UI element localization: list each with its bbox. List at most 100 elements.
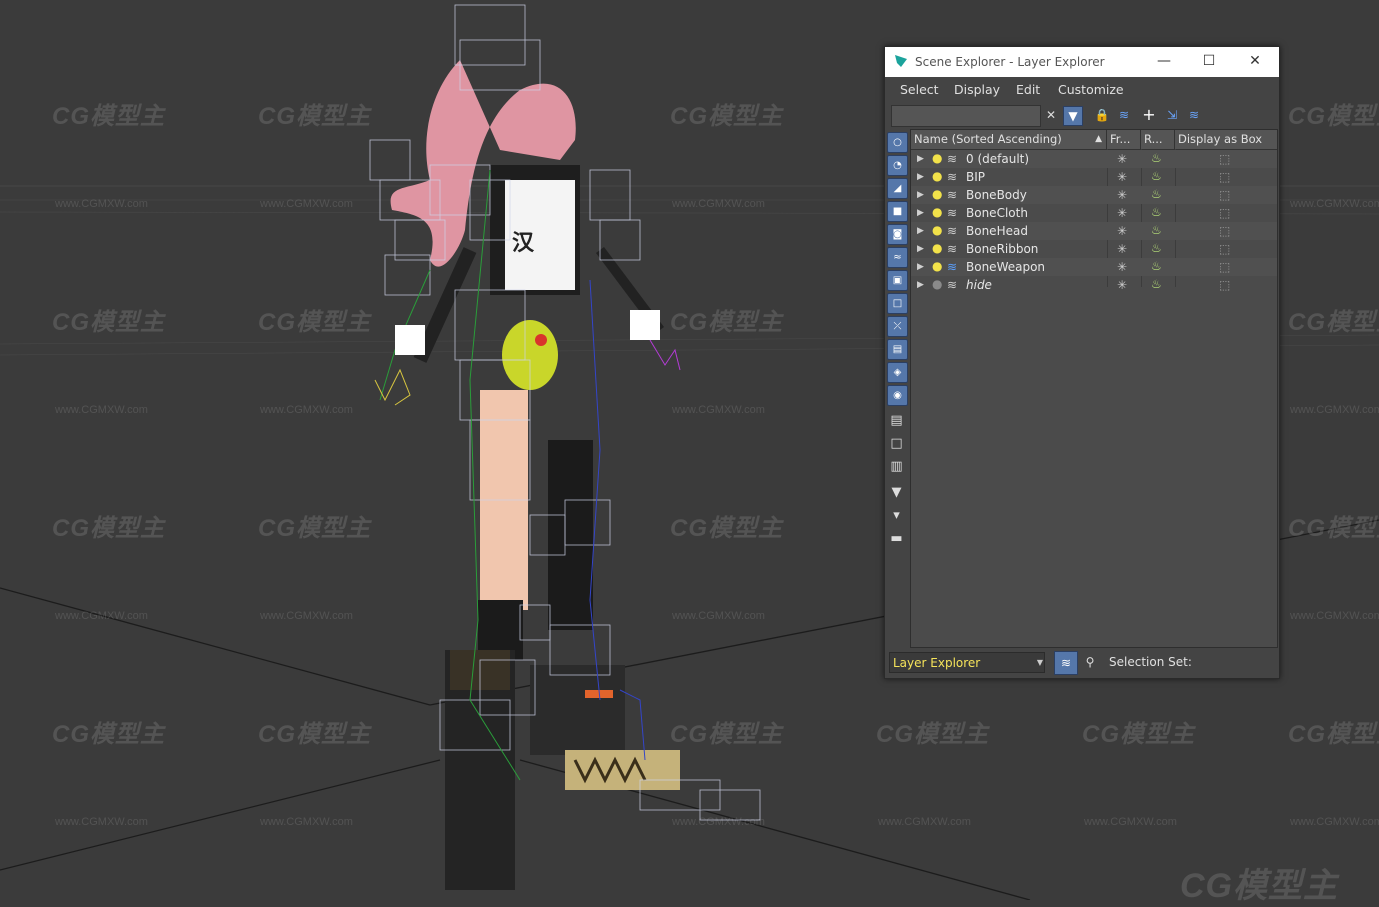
layer-row[interactable]: ▶ ● ≋ BoneBody ✳ ♨ ⬚	[911, 186, 1277, 204]
minimize-button[interactable]: —	[1153, 51, 1175, 71]
light-bulb-icon[interactable]: ●	[932, 185, 942, 203]
render-teapot-icon[interactable]: ♨	[1151, 221, 1162, 239]
hierarchy-mode-icon[interactable]: ⚲	[1080, 652, 1100, 672]
expand-arrow-icon[interactable]: ▶	[917, 204, 924, 222]
display-box-icon[interactable]: ⬚	[1219, 258, 1230, 276]
display-all-icon[interactable]: ▤	[887, 411, 906, 430]
hidden-filter-icon[interactable]: ◉	[887, 385, 908, 406]
light-bulb-icon[interactable]: ●	[932, 275, 942, 293]
groups-filter-icon[interactable]: ▣	[887, 270, 908, 291]
freeze-icon[interactable]: ✳	[1117, 168, 1127, 186]
freeze-icon[interactable]: ✳	[1117, 186, 1127, 204]
freeze-icon[interactable]: ✳	[1117, 204, 1127, 222]
light-bulb-icon[interactable]: ●	[932, 257, 942, 275]
close-button[interactable]: ✕	[1244, 51, 1266, 71]
display-box-icon[interactable]: ⬚	[1219, 168, 1230, 186]
display-none-icon[interactable]: □	[887, 434, 906, 453]
column-freeze-header[interactable]: Fr...	[1107, 130, 1141, 149]
freeze-icon[interactable]: ✳	[1117, 258, 1127, 276]
scene-explorer-window[interactable]: Scene Explorer - Layer Explorer — ☐ ✕ Se…	[884, 46, 1280, 679]
geometry-filter-icon[interactable]: ○	[887, 132, 908, 153]
light-bulb-icon[interactable]: ●	[932, 167, 942, 185]
layer-row[interactable]: ▶ ● ≋ BoneRibbon ✳ ♨ ⬚	[911, 240, 1277, 258]
expand-arrow-icon[interactable]: ▶	[917, 222, 924, 240]
menu-edit[interactable]: Edit	[1016, 82, 1040, 97]
layer-row[interactable]: ▶ ● ≋ BoneWeapon ✳ ♨ ⬚	[911, 258, 1277, 276]
layer-row[interactable]: ▶ ● ≋ 0 (default) ✳ ♨ ⬚	[911, 150, 1277, 168]
maximize-button[interactable]: ☐	[1198, 51, 1220, 71]
layer-name[interactable]: 0 (default)	[966, 150, 1029, 168]
render-teapot-icon[interactable]: ♨	[1151, 167, 1162, 185]
display-invert-icon[interactable]: ▥	[887, 457, 906, 476]
expand-arrow-icon[interactable]: ▶	[917, 276, 924, 294]
light-bulb-icon[interactable]: ●	[932, 149, 942, 167]
column-name-header[interactable]: Name (Sorted Ascending) ▲	[911, 130, 1107, 149]
light-bulb-icon[interactable]: ●	[932, 221, 942, 239]
expand-arrow-icon[interactable]: ▶	[917, 258, 924, 276]
expand-arrow-icon[interactable]: ▶	[917, 240, 924, 258]
freeze-icon[interactable]: ✳	[1117, 276, 1127, 294]
add-icon[interactable]: +	[1140, 106, 1158, 124]
layer-name[interactable]: hide	[966, 276, 992, 294]
display-box-icon[interactable]: ⬚	[1219, 276, 1230, 294]
menu-select[interactable]: Select	[900, 82, 939, 97]
menu-customize[interactable]: Customize	[1058, 82, 1124, 97]
column-render-header[interactable]: R...	[1141, 130, 1175, 149]
display-box-icon[interactable]: ⬚	[1219, 150, 1230, 168]
shapes-filter-icon[interactable]: ◔	[887, 155, 908, 176]
layer-row[interactable]: ▶ ● ≋ BIP ✳ ♨ ⬚	[911, 168, 1277, 186]
bones-filter-icon[interactable]: ⤫	[887, 316, 908, 337]
expand-arrow-icon[interactable]: ▶	[917, 168, 924, 186]
window-titlebar[interactable]: Scene Explorer - Layer Explorer — ☐ ✕	[885, 47, 1279, 77]
cameras-filter-icon[interactable]: ■	[887, 201, 908, 222]
render-teapot-icon[interactable]: ♨	[1151, 239, 1162, 257]
filter-icon[interactable]: ▼	[887, 483, 906, 502]
freeze-icon[interactable]: ✳	[1117, 150, 1127, 168]
layer-row[interactable]: ▶ ● ≋ hide ✳ ♨ ⬚	[911, 276, 1277, 294]
collapse-icon[interactable]: ▬	[887, 529, 906, 548]
filter-settings-icon[interactable]: ▾	[887, 506, 906, 525]
render-teapot-icon[interactable]: ♨	[1151, 275, 1162, 293]
clear-search-icon[interactable]: ✕	[1042, 106, 1060, 124]
layer-name[interactable]: BoneWeapon	[966, 258, 1045, 276]
freeze-icon[interactable]: ✳	[1117, 240, 1127, 258]
select-layer-icon[interactable]: ≋	[1185, 106, 1203, 124]
lights-filter-icon[interactable]: ◢	[887, 178, 908, 199]
layer-name[interactable]: BoneRibbon	[966, 240, 1038, 258]
expand-arrow-icon[interactable]: ▶	[917, 186, 924, 204]
chevron-down-icon[interactable]: ▼	[1034, 652, 1046, 673]
layer-name[interactable]: BoneBody	[966, 186, 1027, 204]
render-teapot-icon[interactable]: ♨	[1151, 185, 1162, 203]
menu-display[interactable]: Display	[954, 82, 1000, 97]
display-box-icon[interactable]: ⬚	[1219, 204, 1230, 222]
layer-list[interactable]: Name (Sorted Ascending) ▲ Fr... R... Dis…	[910, 129, 1278, 648]
display-box-icon[interactable]: ⬚	[1219, 240, 1230, 258]
search-input[interactable]	[891, 105, 1041, 127]
light-bulb-icon[interactable]: ●	[932, 239, 942, 257]
freeze-icon[interactable]: ✳	[1117, 222, 1127, 240]
move-to-layer-icon[interactable]: ⇲	[1163, 106, 1181, 124]
layer-name[interactable]: BoneHead	[966, 222, 1028, 240]
containers-filter-icon[interactable]: ▤	[887, 339, 908, 360]
layer-mode-icon[interactable]: ≋	[1054, 651, 1078, 675]
spacewarps-filter-icon[interactable]: ≈	[887, 247, 908, 268]
render-teapot-icon[interactable]: ♨	[1151, 203, 1162, 221]
filter-toggle-icon[interactable]: ▼	[1063, 106, 1083, 126]
xrefs-filter-icon[interactable]: □	[887, 293, 908, 314]
explorer-mode-select[interactable]: Layer Explorer	[889, 652, 1045, 673]
display-box-icon[interactable]: ⬚	[1219, 222, 1230, 240]
frozen-filter-icon[interactable]: ◈	[887, 362, 908, 383]
layer-name[interactable]: BoneCloth	[966, 204, 1028, 222]
expand-arrow-icon[interactable]: ▶	[917, 150, 924, 168]
layer-row[interactable]: ▶ ● ≋ BoneCloth ✳ ♨ ⬚	[911, 204, 1277, 222]
display-box-icon[interactable]: ⬚	[1219, 186, 1230, 204]
layer-row[interactable]: ▶ ● ≋ BoneHead ✳ ♨ ⬚	[911, 222, 1277, 240]
helpers-filter-icon[interactable]: ◙	[887, 224, 908, 245]
light-bulb-icon[interactable]: ●	[932, 203, 942, 221]
column-display-box-header[interactable]: Display as Box	[1175, 130, 1276, 149]
lock-icon[interactable]: 🔒	[1093, 106, 1111, 124]
render-teapot-icon[interactable]: ♨	[1151, 149, 1162, 167]
layer-add-icon[interactable]: ≋	[1115, 106, 1133, 124]
layer-name[interactable]: BIP	[966, 168, 985, 186]
render-teapot-icon[interactable]: ♨	[1151, 257, 1162, 275]
